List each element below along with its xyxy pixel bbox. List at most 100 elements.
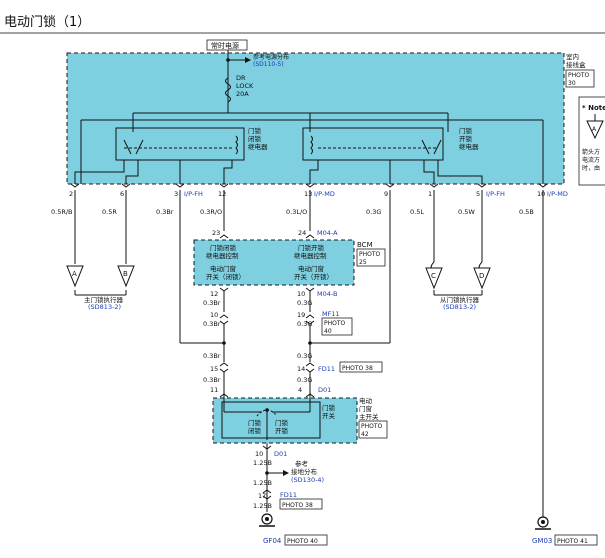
bcm-pin-left: 23 bbox=[212, 229, 220, 237]
bcm-title: BCM bbox=[357, 241, 373, 249]
ground-wire1: 1.25B bbox=[253, 459, 272, 467]
fd11-pin-left: 15 bbox=[210, 365, 218, 373]
note-text1: 箭头方 bbox=[582, 148, 600, 156]
ground-ref-line1: 参考 bbox=[295, 459, 309, 468]
d01-pin-right: 4 bbox=[298, 386, 302, 394]
pin-wire-spec: 0.3G bbox=[366, 208, 381, 216]
unlock-relay-line2: 开锁 bbox=[459, 134, 473, 143]
d01-pin-left: 11 bbox=[210, 386, 218, 394]
switch-inner-line1: 门锁 bbox=[322, 403, 336, 412]
bcm-sw-unlock-line1: 电动门窗 bbox=[298, 264, 324, 273]
master-switch-photo-num: 42 bbox=[361, 431, 369, 438]
m04b-pin-left: 12 bbox=[210, 290, 218, 298]
m04b-wire-left: 0.3Br bbox=[203, 299, 221, 307]
bcm-sw-unlock-line2: 开关（开锁） bbox=[294, 272, 333, 281]
bcm-pin-right: 24 bbox=[298, 229, 306, 237]
fd11-conn: FD11 bbox=[318, 365, 335, 373]
power-label: 常时电源 bbox=[211, 41, 239, 50]
pin-number: 9 bbox=[384, 190, 388, 198]
unlock-relay-line3: 继电器 bbox=[459, 142, 479, 151]
pin-number: 1 bbox=[428, 190, 432, 198]
fuse-line1: DR bbox=[236, 74, 246, 82]
m04b-conn: M04-B bbox=[317, 290, 337, 298]
pin-connector: I/P-FH bbox=[184, 190, 203, 198]
mf11-photo: PHOTO bbox=[324, 320, 346, 327]
fd11-photo: PHOTO 38 bbox=[342, 365, 373, 372]
fd11-wire-left-bot: 0.3Br bbox=[203, 376, 221, 384]
mf11-conn: MF11 bbox=[322, 310, 340, 318]
mf11-pin-left: 10 bbox=[210, 311, 218, 319]
lock-relay-line2: 闭锁 bbox=[248, 134, 262, 143]
mf11-pin-right: 19 bbox=[297, 311, 305, 319]
box-name-line1: 室内 bbox=[566, 52, 579, 61]
lock-relay-line3: 继电器 bbox=[248, 142, 268, 151]
arrow-c-label: C bbox=[431, 272, 436, 280]
note-text2: 电流方 bbox=[582, 156, 600, 164]
box-name-line2: 接线盒 bbox=[566, 60, 586, 69]
pin-connector: I/P-FH bbox=[486, 190, 505, 198]
note-title: * Note bbox=[582, 104, 605, 112]
bcm-unlock-ctrl-line1: 门锁开锁 bbox=[298, 243, 325, 252]
pin-wire-spec: 0.3R/O bbox=[200, 208, 222, 216]
ground-ref-arrow bbox=[283, 470, 289, 476]
bcm-lock-ctrl-line1: 门锁闭锁 bbox=[210, 243, 237, 252]
ground-right-name: GM03 bbox=[532, 537, 552, 545]
page-title: 电动门锁（1） bbox=[4, 14, 90, 30]
pin-wire-spec: 0.5W bbox=[458, 208, 475, 216]
pin-wire-spec: 0.5R bbox=[102, 208, 117, 216]
sub-actuator-ref: (SD813-2) bbox=[443, 303, 476, 311]
switch-lock-line1: 门锁 bbox=[248, 418, 262, 427]
ground-conn: D01 bbox=[274, 450, 287, 458]
bcm-sw-lock-line2: 开关（闭锁） bbox=[206, 272, 245, 281]
pin-connector: I/P-MD bbox=[547, 190, 568, 198]
mf11-photo-num: 40 bbox=[324, 328, 332, 335]
mf11-term-left bbox=[219, 314, 229, 325]
pin-wire-spec: 0.5B bbox=[519, 208, 534, 216]
connector-pins: 20.5R/B60.5R3 I/P-FH0.3Br120.3R/O13 I/P-MD… bbox=[51, 183, 568, 216]
arrow-a-label: A bbox=[72, 270, 77, 278]
wiring-diagram: 电动门锁（1） 常时电源 参考电源分布 (SD110-5) DR LOCK 20… bbox=[0, 14, 605, 546]
ground-wire2: 1.25B bbox=[253, 479, 272, 487]
bcm-photo: PHOTO bbox=[359, 251, 381, 258]
pin-number: 6 bbox=[120, 190, 124, 198]
switch-inner-line2: 开关 bbox=[322, 411, 336, 420]
pin-terminal bbox=[538, 183, 548, 188]
note-text3: 时，由 bbox=[582, 164, 600, 172]
d01-conn: D01 bbox=[318, 386, 331, 394]
fd11-pin-right: 14 bbox=[297, 365, 305, 373]
switch-pivot bbox=[265, 408, 269, 412]
sub-actuator-wires bbox=[433, 190, 483, 262]
ground-ref-line2: 接地分布 bbox=[291, 467, 318, 476]
ground-fd11-photo: PHOTO 38 bbox=[282, 502, 313, 509]
bcm-conn: M04-A bbox=[317, 229, 338, 237]
ground-fd11-conn: FD11 bbox=[280, 491, 297, 499]
master-switch-photo: PHOTO bbox=[361, 423, 383, 430]
pin-wire-spec: 0.5L bbox=[410, 208, 424, 216]
ground-wire3: 1.25B bbox=[253, 502, 272, 510]
ground-pin: 10 bbox=[255, 450, 263, 458]
m04b-term-left bbox=[219, 287, 229, 292]
switch-lock-line2: 闭锁 bbox=[248, 426, 262, 435]
bcm-term-right bbox=[305, 234, 315, 239]
fd11-term-left bbox=[219, 362, 229, 373]
ground-left-name: GF04 bbox=[263, 537, 282, 545]
pin-wire-spec: 0.3Br bbox=[156, 208, 174, 216]
fuse-line3: 20A bbox=[236, 90, 249, 98]
arrow-d-label: D bbox=[479, 272, 484, 280]
master-switch-line2: 门窗 bbox=[359, 404, 372, 413]
ground-right-photo: PHOTO 41 bbox=[557, 538, 588, 545]
main-actuator-ref: (SD813-2) bbox=[88, 303, 121, 311]
pin-number: 5 bbox=[476, 190, 480, 198]
pin-number: 12 bbox=[218, 190, 226, 198]
ground-fd11-pin: 17 bbox=[258, 492, 266, 500]
junction-box bbox=[66, 52, 565, 185]
fd11-term-right bbox=[305, 362, 315, 373]
ground-left-dot bbox=[265, 517, 269, 521]
ground-left-photo: PHOTO 40 bbox=[287, 538, 318, 545]
pin-number: 2 bbox=[69, 190, 73, 198]
mf11-wire-right: 0.3G bbox=[297, 320, 312, 328]
fd11-wire-right-bot: 0.3G bbox=[297, 376, 312, 384]
master-switch-line1: 电动 bbox=[359, 396, 373, 405]
lock-relay-line1: 门锁 bbox=[248, 126, 262, 135]
pin-wire-spec: 0.3L/O bbox=[286, 208, 307, 216]
